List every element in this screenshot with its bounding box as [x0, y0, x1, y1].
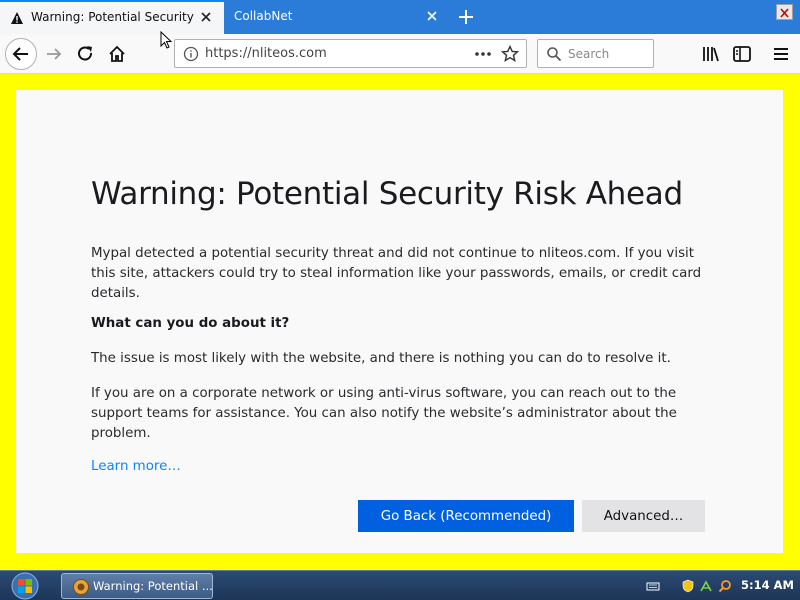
close-tab-icon[interactable] — [199, 10, 213, 24]
search-icon — [547, 47, 562, 62]
mouse-cursor-icon — [160, 31, 173, 49]
security-shield-icon[interactable] — [681, 579, 695, 593]
keyboard-icon[interactable] — [646, 579, 660, 593]
tab-collabnet[interactable]: CollabNet — [226, 0, 448, 34]
reload-icon[interactable] — [76, 44, 96, 64]
intro-text: Mypal detected a potential security thre… — [91, 246, 702, 301]
network-icon[interactable] — [699, 579, 713, 593]
bookmark-star-icon[interactable] — [501, 45, 519, 63]
support-text: If you are on a corporate network or usi… — [91, 386, 677, 441]
advanced-button[interactable]: Advanced… — [582, 500, 705, 532]
page-actions-icon[interactable] — [473, 46, 493, 62]
new-tab-icon[interactable] — [456, 7, 476, 27]
library-icon[interactable] — [701, 44, 721, 64]
home-icon[interactable] — [107, 44, 127, 64]
search-icon[interactable] — [718, 579, 732, 593]
explanation-text: The issue is most likely with the websit… — [91, 351, 671, 366]
url-text: https://nliteos.com — [205, 46, 327, 61]
taskbar-window-label: Warning: Potential ... — [93, 579, 213, 593]
go-back-button[interactable]: Go Back (Recommended) — [358, 500, 574, 532]
warning-icon — [11, 12, 23, 24]
forward-icon[interactable] — [44, 44, 64, 64]
back-arrow-icon — [12, 47, 28, 61]
section-heading: What can you do about it? — [91, 316, 290, 331]
sidebar-icon[interactable] — [732, 44, 752, 64]
nav-toolbar: https://nliteos.com Search — [0, 34, 800, 74]
menu-icon[interactable] — [771, 44, 791, 64]
search-placeholder: Search — [568, 47, 610, 61]
windows-logo-icon — [11, 572, 39, 600]
close-icon — [780, 8, 789, 18]
close-tab-icon[interactable] — [425, 9, 439, 23]
tab-warning[interactable]: Warning: Potential Security Risk Ahead — [0, 0, 224, 34]
screen: Warning: Potential Security Risk Ahead C… — [0, 0, 800, 600]
tab-title: CollabNet — [234, 9, 293, 23]
taskbar: Warning: Potential ... 5:14 AM — [0, 570, 800, 600]
start-button[interactable] — [6, 571, 44, 600]
taskbar-window-button[interactable]: Warning: Potential ... — [61, 573, 213, 599]
browser-app-icon — [73, 579, 89, 595]
page-title: Warning: Potential Security Risk Ahead — [91, 176, 683, 212]
tab-title: Warning: Potential Security Risk Ahead — [31, 10, 197, 24]
info-icon[interactable] — [183, 46, 199, 62]
back-button[interactable] — [5, 38, 37, 70]
search-bar[interactable]: Search — [537, 39, 654, 68]
learn-more-link[interactable]: Learn more… — [91, 459, 181, 474]
error-page: Warning: Potential Security Risk Ahead M… — [16, 90, 783, 553]
url-bar[interactable]: https://nliteos.com — [174, 39, 527, 68]
clock: 5:14 AM — [741, 578, 794, 592]
window-close-button[interactable] — [776, 4, 793, 20]
tab-strip: Warning: Potential Security Risk Ahead C… — [0, 0, 800, 34]
